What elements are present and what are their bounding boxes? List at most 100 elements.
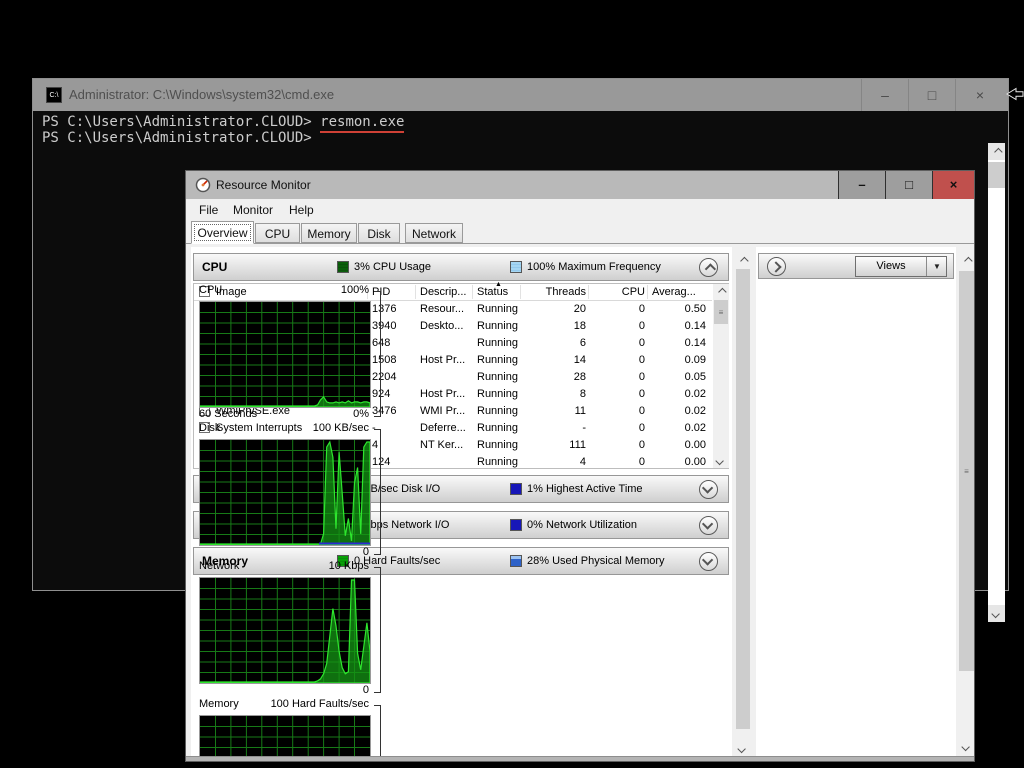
cmd-close-button[interactable]: × — [955, 79, 1004, 111]
cell-threads: 28 — [573, 371, 586, 383]
cell-threads: - — [582, 422, 586, 434]
menu-monitor[interactable]: Monitor — [226, 199, 280, 221]
disk-graph-max-label: 100 KB/sec — [312, 422, 369, 434]
tab-memory[interactable]: Memory — [301, 223, 357, 243]
cell-cpu: 0 — [638, 354, 645, 366]
cell-threads: 18 — [573, 320, 586, 332]
scroll-down-icon[interactable] — [713, 453, 729, 468]
process-table-scrollbar[interactable]: ≡ — [713, 284, 729, 468]
cpu-usage-stat: 3% CPU Usage — [354, 261, 432, 273]
scroll-up-icon[interactable] — [735, 253, 751, 268]
scrollbar-thumb[interactable] — [736, 269, 750, 729]
views-button[interactable]: Views ▼ — [855, 256, 947, 277]
cell-cpu: 0 — [638, 405, 645, 417]
cell-description: Host Pr... — [420, 354, 466, 366]
cmd-titlebar[interactable]: C:\ Administrator: C:\Windows\system32\c… — [33, 79, 1008, 111]
cpu-graph-label: CPU — [199, 284, 223, 296]
views-button-label: Views — [876, 260, 906, 272]
scroll-down-icon[interactable] — [735, 741, 751, 756]
cell-cpu: 0 — [638, 337, 645, 349]
column-header-description[interactable]: Descrip... — [420, 284, 470, 301]
resmon-maximize-button[interactable]: □ — [885, 171, 932, 199]
tab-disk[interactable]: Disk — [358, 223, 400, 243]
expand-chevron-icon[interactable] — [699, 516, 718, 535]
cmd-window-title: Administrator: C:\Windows\system32\cmd.e… — [69, 87, 335, 102]
scale-bracket — [374, 291, 381, 417]
cell-threads: 111 — [569, 439, 586, 451]
menu-file[interactable]: File — [192, 199, 225, 221]
scroll-up-icon[interactable] — [988, 143, 1005, 160]
scrollbar-thumb[interactable]: ≡ — [959, 271, 974, 671]
graphs-panel-scrollbar[interactable]: ≡ — [958, 253, 974, 756]
tab-cpu[interactable]: CPU — [255, 223, 300, 243]
menu-help[interactable]: Help — [282, 199, 321, 221]
tab-network[interactable]: Network — [405, 223, 463, 243]
cell-average-cpu: 0.50 — [684, 303, 706, 315]
network-utilization-icon — [510, 519, 522, 531]
cell-description: Host Pr... — [420, 388, 466, 400]
column-divider — [472, 285, 473, 299]
column-header-cpu[interactable]: CPU — [592, 284, 645, 301]
scroll-up-icon[interactable] — [958, 253, 974, 268]
scroll-up-icon[interactable] — [713, 284, 729, 299]
scale-bracket — [374, 567, 381, 693]
cell-status: Running — [477, 303, 518, 315]
terminal-line: PS C:\Users\Administrator.CLOUD> — [42, 130, 312, 146]
cpu-section-header[interactable]: CPU 3% CPU Usage 100% Maximum Frequency — [193, 253, 729, 281]
cell-description: Resour... — [420, 303, 465, 315]
column-divider — [415, 285, 416, 299]
resmon-minimize-button[interactable]: – — [838, 171, 885, 199]
expand-chevron-icon[interactable] — [699, 552, 718, 571]
cell-status: Running — [477, 439, 518, 451]
tab-overview[interactable]: Overview — [191, 221, 254, 244]
cell-average-cpu: 0.02 — [684, 422, 706, 434]
scale-bracket — [374, 705, 381, 761]
cell-status: Running — [477, 371, 518, 383]
cell-threads: 6 — [579, 337, 586, 349]
disk-graph-min-label: 0 — [362, 546, 369, 558]
resource-monitor-window: Resource Monitor – □ × File Monitor Help… — [185, 170, 975, 762]
cell-average-cpu: 0.14 — [684, 337, 706, 349]
cell-average-cpu: 0.02 — [684, 405, 706, 417]
cpu-graph-max-label: 100% — [340, 284, 369, 296]
window-bottom-frame — [186, 756, 974, 761]
disk-active-time-stat: 1% Highest Active Time — [527, 483, 643, 495]
collapse-panel-chevron-icon[interactable] — [767, 257, 786, 276]
cell-status: Running — [477, 320, 518, 332]
prompt-text: PS C:\Users\Administrator.CLOUD> — [42, 114, 321, 130]
cell-description — [420, 335, 470, 352]
cell-cpu: 0 — [638, 422, 645, 434]
resmon-window-title: Resource Monitor — [216, 178, 311, 192]
expand-chevron-icon[interactable] — [699, 480, 718, 499]
cpu-graph-time-label: 60 Seconds — [199, 408, 258, 420]
scroll-down-icon[interactable] — [988, 605, 1005, 622]
scrollbar-thumb[interactable]: ≡ — [714, 300, 728, 324]
cell-average-cpu: 0.00 — [684, 439, 706, 451]
cell-cpu: 0 — [638, 371, 645, 383]
column-header-threads[interactable]: Threads — [524, 284, 586, 301]
cell-description — [420, 454, 470, 471]
cell-status: Running — [477, 354, 518, 366]
network-utilization-stat: 0% Network Utilization — [527, 519, 638, 531]
resmon-close-button[interactable]: × — [932, 171, 974, 199]
terminal-line: PS C:\Users\Administrator.CLOUD> resmon.… — [42, 114, 405, 133]
menu-bar: File Monitor Help — [186, 199, 974, 221]
cell-average-cpu: 0.09 — [684, 354, 706, 366]
cmd-maximize-button[interactable]: □ — [908, 79, 955, 111]
cell-status: Running — [477, 405, 518, 417]
cmd-scrollbar[interactable] — [988, 143, 1005, 622]
cmd-minimize-button[interactable]: – — [861, 79, 908, 111]
max-frequency-icon — [510, 261, 522, 273]
column-header-average-cpu[interactable]: Averag... — [652, 284, 708, 301]
scrollbar-thumb[interactable] — [988, 162, 1005, 188]
cell-cpu: 0 — [638, 388, 645, 400]
cell-status: Running — [477, 388, 518, 400]
cell-cpu: 0 — [638, 456, 645, 468]
scroll-down-icon[interactable] — [958, 739, 974, 754]
dropdown-arrow-icon[interactable]: ▼ — [926, 257, 947, 276]
collapse-chevron-icon[interactable] — [699, 258, 718, 277]
left-panel-scrollbar[interactable] — [735, 253, 751, 756]
column-divider — [647, 285, 648, 299]
resmon-titlebar[interactable]: Resource Monitor – □ × — [186, 171, 974, 200]
network-graph-min-label: 0 — [362, 684, 369, 696]
